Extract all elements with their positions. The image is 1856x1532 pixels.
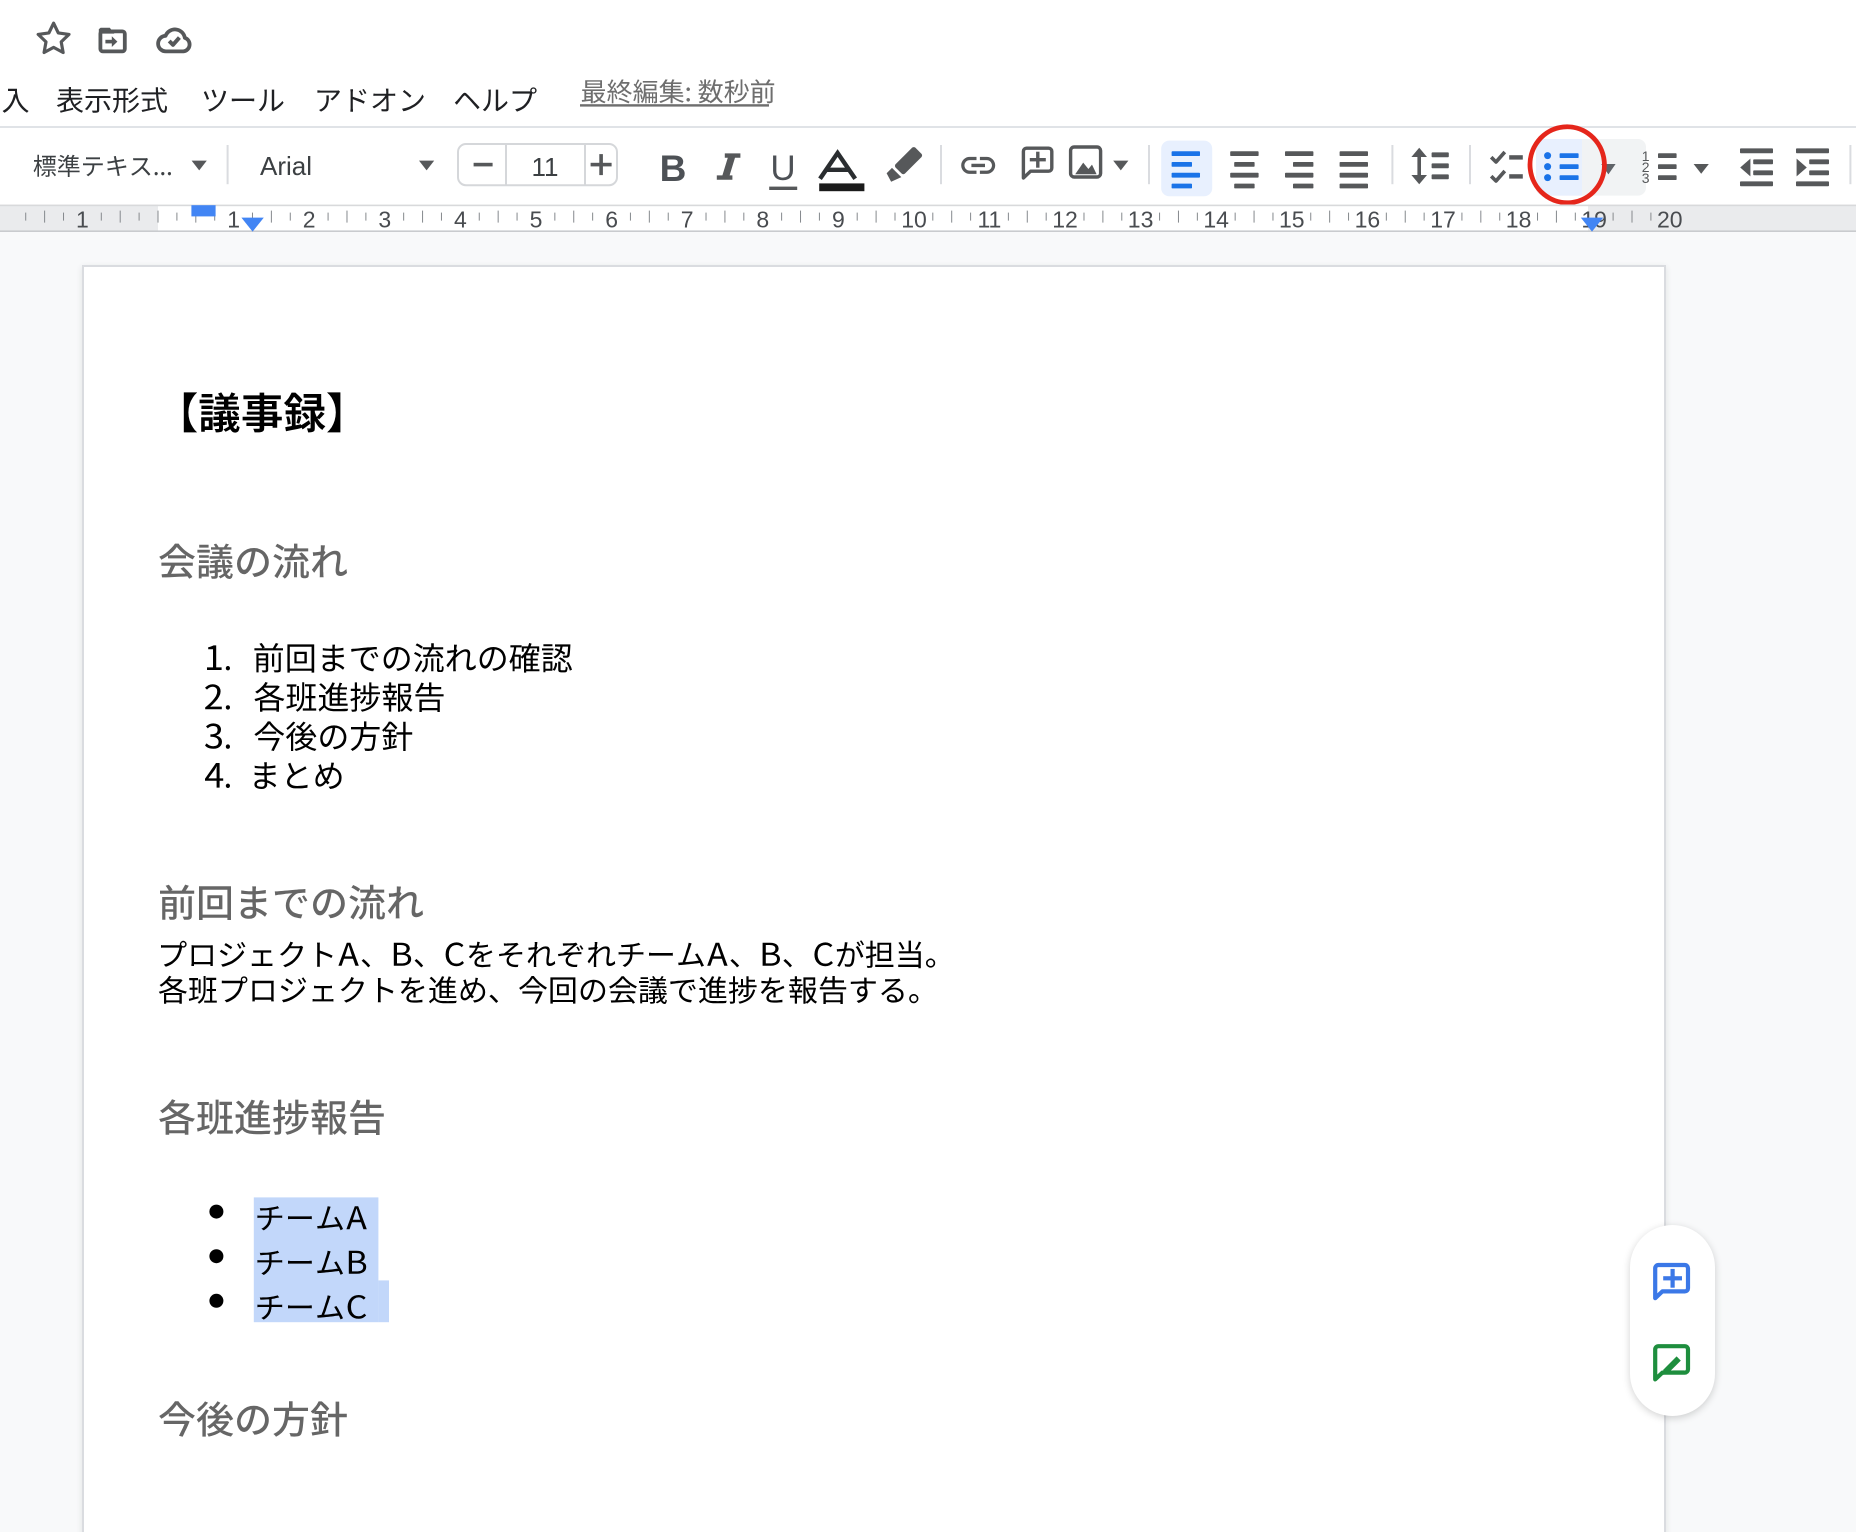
svg-text:10: 10: [901, 207, 927, 233]
svg-text:3: 3: [378, 207, 391, 233]
svg-text:2: 2: [303, 207, 316, 233]
svg-text:1: 1: [76, 207, 89, 233]
svg-text:7: 7: [681, 207, 694, 233]
svg-text:16: 16: [1355, 207, 1381, 233]
svg-text:4: 4: [454, 207, 467, 233]
svg-text:18: 18: [1506, 207, 1532, 233]
svg-text:8: 8: [756, 207, 769, 233]
svg-text:6: 6: [605, 207, 618, 233]
svg-text:15: 15: [1279, 207, 1305, 233]
svg-text:17: 17: [1430, 207, 1456, 233]
svg-text:20: 20: [1657, 207, 1683, 233]
svg-text:13: 13: [1128, 207, 1154, 233]
svg-text:14: 14: [1203, 207, 1229, 233]
svg-text:5: 5: [530, 207, 543, 233]
svg-text:19: 19: [1581, 207, 1607, 233]
svg-text:11: 11: [977, 207, 1001, 233]
svg-text:1: 1: [227, 207, 240, 233]
svg-text:9: 9: [832, 207, 845, 233]
svg-text:12: 12: [1052, 207, 1078, 233]
